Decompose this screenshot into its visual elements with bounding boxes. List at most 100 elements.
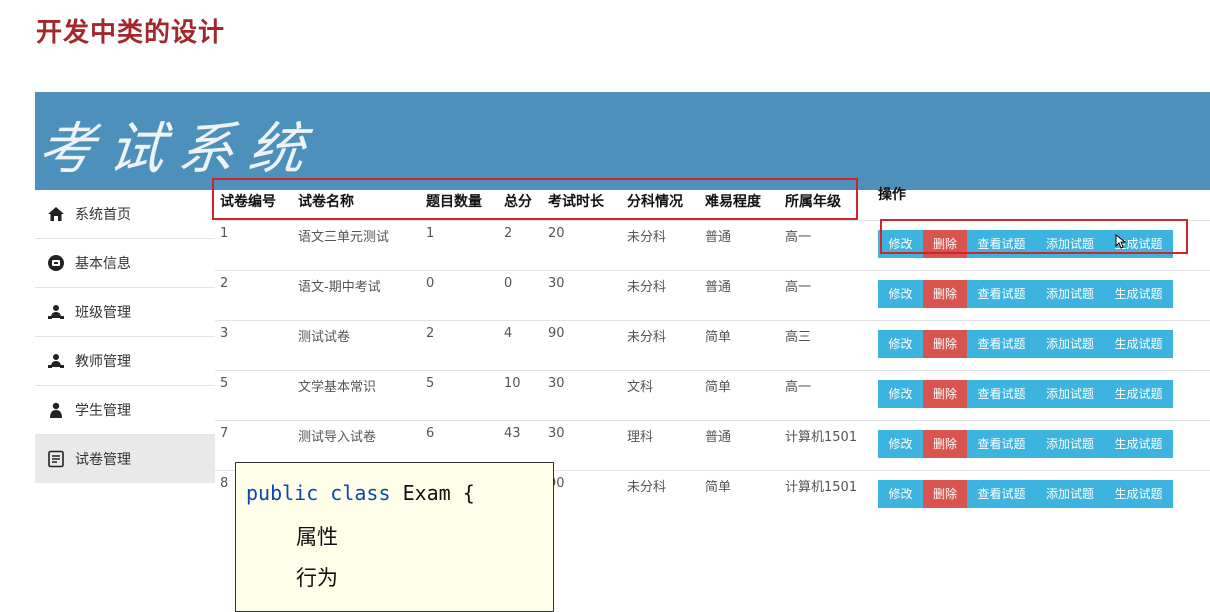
sidebar-item-label: 班级管理 (75, 305, 131, 321)
add-questions-button[interactable]: 添加试题 (1036, 280, 1104, 308)
table-row: 2 语文-期中考试 0 0 30 未分科 普通 高一 修改 删除 查看试题 添加试题 生成试题 (215, 270, 1210, 321)
table-cell: 计算机1501 (780, 420, 878, 471)
delete-button[interactable]: 删除 (923, 280, 967, 308)
add-questions-button[interactable]: 添加试题 (1036, 380, 1104, 408)
table-cell: 普通 (700, 220, 780, 271)
mouse-cursor-icon (1115, 233, 1127, 253)
add-questions-button[interactable]: 添加试题 (1036, 330, 1104, 358)
table-cell: 1 (421, 220, 499, 271)
add-questions-button[interactable]: 添加试题 (1036, 430, 1104, 458)
delete-button[interactable]: 删除 (923, 430, 967, 458)
delete-button[interactable]: 删除 (923, 380, 967, 408)
generate-questions-button[interactable]: 生成试题 (1104, 430, 1173, 458)
table-cell: 普通 (700, 420, 780, 471)
table-cell: 90 (543, 470, 622, 520)
code-class-name: Exam { (402, 481, 475, 505)
table-cell: 简单 (700, 470, 780, 520)
table-cell: 语文三单元测试 (293, 220, 421, 271)
delete-button[interactable]: 删除 (923, 330, 967, 358)
row-actions: 修改 删除 查看试题 添加试题 生成试题 (878, 370, 1210, 421)
edit-button[interactable]: 修改 (878, 380, 923, 408)
generate-questions-button[interactable]: 生成试题 (1104, 380, 1173, 408)
table-cell: 高一 (780, 220, 878, 271)
table-cell: 普通 (700, 270, 780, 321)
table-cell: 文学基本常识 (293, 370, 421, 421)
code-line-attributes: 属性 (296, 525, 338, 549)
table-cell: 未分科 (622, 470, 700, 520)
view-questions-button[interactable]: 查看试题 (967, 280, 1036, 308)
app-logo: 考试系统 (35, 117, 322, 182)
info-icon (47, 254, 65, 272)
table-cell: 0 (421, 270, 499, 321)
table-cell: 计算机1501 (780, 470, 878, 520)
sidebar-item-students[interactable]: 学生管理 (35, 386, 215, 435)
sidebar-item-label: 基本信息 (75, 256, 131, 272)
sidebar-item-info[interactable]: 基本信息 (35, 239, 215, 288)
sidebar-item-label: 系统首页 (75, 207, 131, 223)
table-cell: 1 (215, 220, 293, 271)
table-cell: 简单 (700, 370, 780, 421)
table-cell: 90 (543, 320, 622, 371)
table-cell: 5 (421, 370, 499, 421)
table-cell: 30 (543, 420, 622, 471)
row-actions: 修改 删除 查看试题 添加试题 生成试题 (878, 270, 1210, 321)
code-line-behaviors: 行为 (296, 566, 338, 590)
table-cell: 理科 (622, 420, 700, 471)
sidebar-item-exams[interactable]: 试卷管理 (35, 435, 215, 483)
table-cell: 10 (499, 370, 543, 421)
table-cell: 高一 (780, 270, 878, 321)
table-cell: 测试试卷 (293, 320, 421, 371)
view-questions-button[interactable]: 查看试题 (967, 480, 1036, 508)
generate-questions-button[interactable]: 生成试题 (1104, 480, 1173, 508)
student-icon (47, 401, 65, 419)
view-questions-button[interactable]: 查看试题 (967, 380, 1036, 408)
table-cell: 未分科 (622, 270, 700, 321)
view-questions-button[interactable]: 查看试题 (967, 430, 1036, 458)
table-cell: 简单 (700, 320, 780, 371)
table-cell: 高一 (780, 370, 878, 421)
sidebar-item-teachers[interactable]: 教师管理 (35, 337, 215, 386)
table-cell: 4 (499, 320, 543, 371)
delete-button[interactable]: 删除 (923, 480, 967, 508)
table-cell: 30 (543, 370, 622, 421)
sidebar-item-label: 学生管理 (75, 403, 131, 419)
sidebar-item-label: 试卷管理 (75, 452, 131, 468)
table-cell: 0 (499, 270, 543, 321)
sidebar-item-classes[interactable]: 班级管理 (35, 288, 215, 337)
table-cell: 未分科 (622, 220, 700, 271)
home-icon (47, 205, 65, 223)
edit-button[interactable]: 修改 (878, 480, 923, 508)
table-cell: 20 (543, 220, 622, 271)
table-row: 5 文学基本常识 5 10 30 文科 简单 高一 修改 删除 查看试题 添加试题 生成试题 (215, 370, 1210, 421)
sidebar-item-home[interactable]: 系统首页 (35, 190, 215, 239)
view-questions-button[interactable]: 查看试题 (967, 330, 1036, 358)
row-actions: 修改 删除 查看试题 添加试题 生成试题 (878, 320, 1210, 371)
table-cell: 30 (543, 270, 622, 321)
column-header: 操作 (878, 187, 906, 203)
row-actions: 修改 删除 查看试题 添加试题 生成试题 (878, 420, 1210, 471)
row-actions: 修改 删除 查看试题 添加试题 生成试题 (878, 470, 1210, 520)
code-line-class-declaration: public class Exam { (246, 481, 475, 505)
table-cell: 文科 (622, 370, 700, 421)
sidebar-nav: 系统首页 基本信息 班级管理 教师管理 学生管理 试卷管理 (35, 190, 215, 483)
table-cell: 语文-期中考试 (293, 270, 421, 321)
table-cell: 3 (215, 320, 293, 371)
table-row: 3 测试试卷 2 4 90 未分科 简单 高三 修改 删除 查看试题 添加试题 生成试题 (215, 320, 1210, 371)
edit-button[interactable]: 修改 (878, 280, 923, 308)
generate-questions-button[interactable]: 生成试题 (1104, 330, 1173, 358)
actions-highlight-box (880, 219, 1188, 254)
table-cell: 2 (215, 270, 293, 321)
slide-title: 开发中类的设计 (36, 18, 226, 48)
header-banner: 考试系统 (35, 92, 1210, 190)
edit-button[interactable]: 修改 (878, 430, 923, 458)
table-cell: 2 (499, 220, 543, 271)
table-cell: 5 (215, 370, 293, 421)
teacher-icon (47, 352, 65, 370)
edit-button[interactable]: 修改 (878, 330, 923, 358)
header-highlight-box (212, 178, 858, 220)
group-icon (47, 303, 65, 321)
code-snippet-box: public class Exam { 属性 行为 (235, 462, 554, 612)
add-questions-button[interactable]: 添加试题 (1036, 480, 1104, 508)
generate-questions-button[interactable]: 生成试题 (1104, 280, 1173, 308)
sidebar-item-label: 教师管理 (75, 354, 131, 370)
